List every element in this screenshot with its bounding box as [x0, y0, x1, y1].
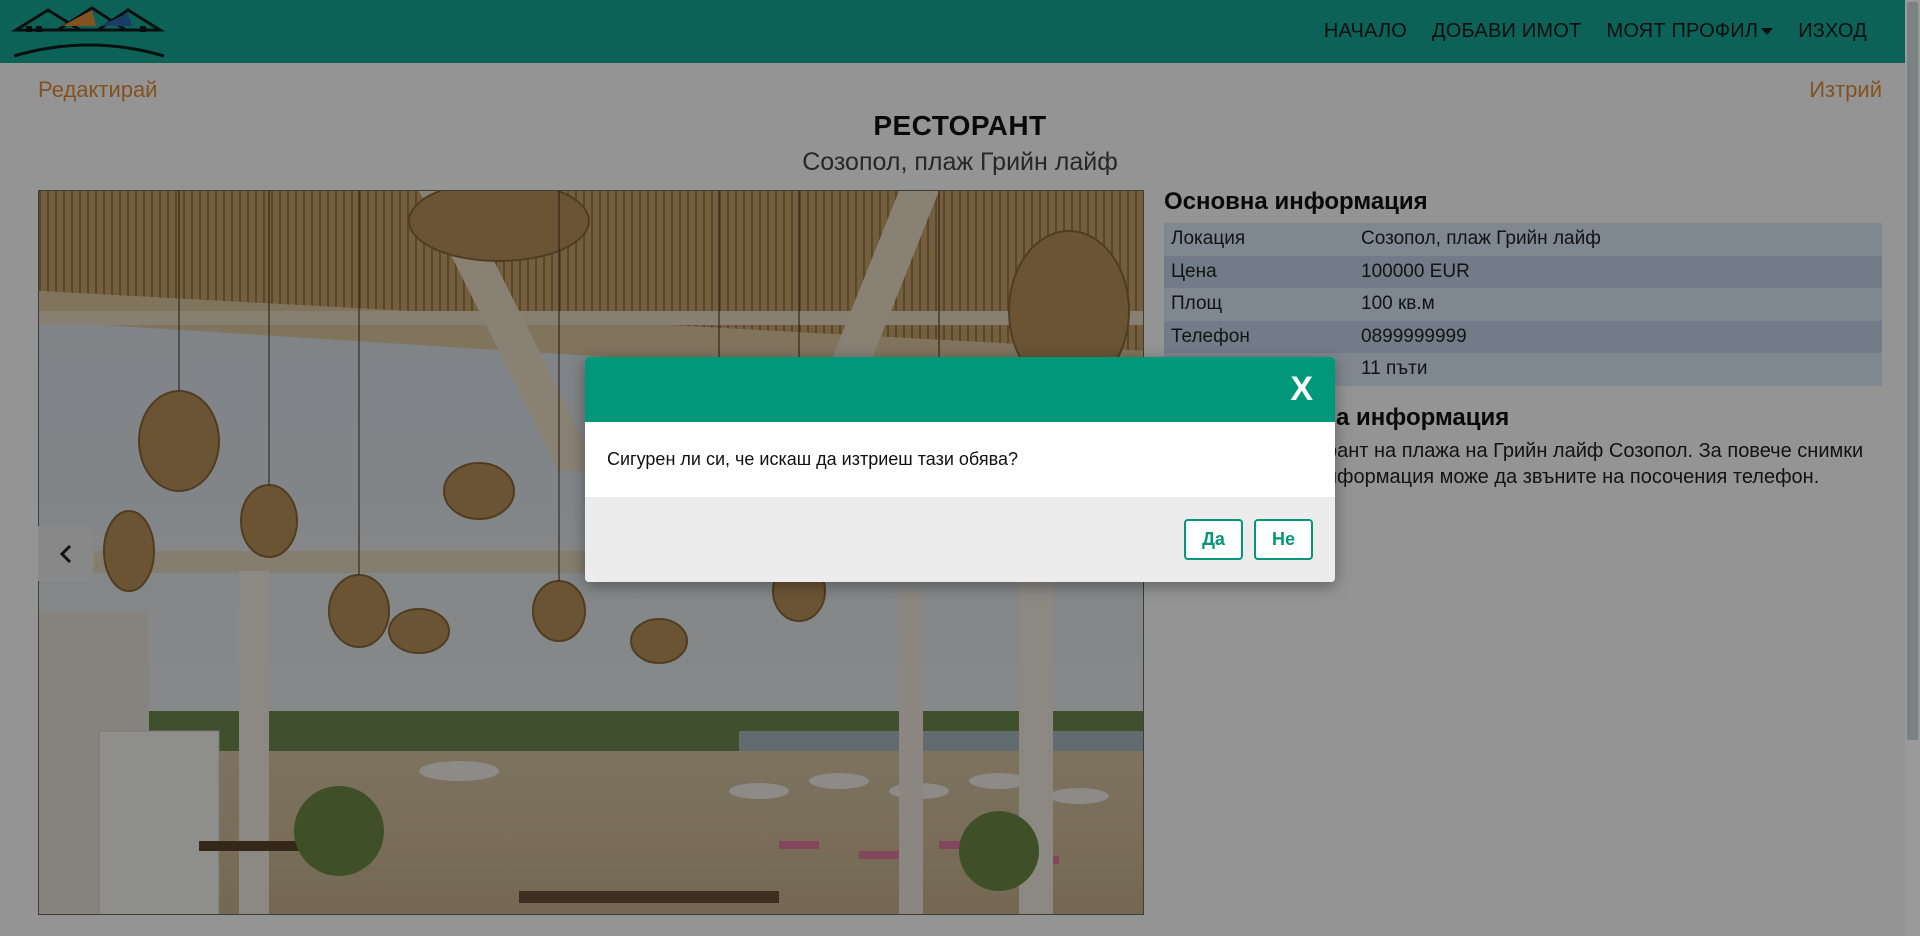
modal-footer: Да Не — [585, 497, 1335, 582]
confirm-no-button[interactable]: Не — [1254, 519, 1313, 560]
confirm-yes-button[interactable]: Да — [1184, 519, 1243, 560]
close-button[interactable]: X — [1290, 369, 1313, 409]
modal-body: Сигурен ли си, че искаш да изтриеш тази … — [585, 422, 1335, 497]
modal-header: X — [585, 357, 1335, 422]
confirm-delete-modal: X Сигурен ли си, че искаш да изтриеш таз… — [585, 357, 1335, 582]
scrollbar[interactable] — [1905, 0, 1920, 936]
scrollbar-thumb[interactable] — [1907, 2, 1918, 740]
modal-message: Сигурен ли си, че искаш да изтриеш тази … — [607, 449, 1018, 469]
